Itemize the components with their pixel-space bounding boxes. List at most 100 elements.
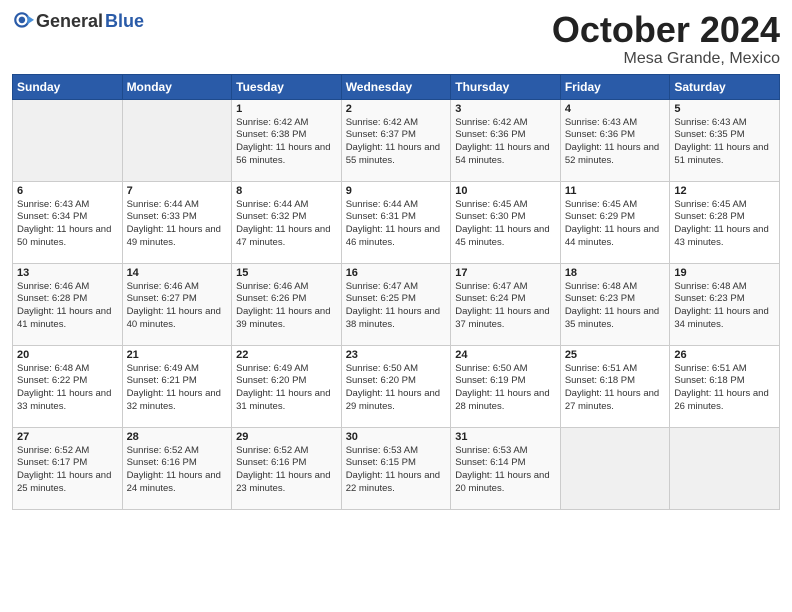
day-number: 15 [236, 267, 337, 279]
calendar-cell: 23 Sunrise: 6:50 AM Sunset: 6:20 PM Dayli… [341, 345, 451, 427]
calendar-cell: 30Sunrise: 6:53 AM Sunset: 6:15 PM Dayli… [341, 427, 451, 509]
day-number: 19 [674, 267, 775, 279]
cell-info: Sunrise: 6:50 AM Sunset: 6:19 PM Dayligh… [455, 363, 556, 414]
calendar-cell [122, 99, 232, 181]
calendar-cell: 13Sunrise: 6:46 AM Sunset: 6:28 PM Dayli… [13, 263, 123, 345]
day-number: 31 [455, 431, 556, 443]
calendar-container: GeneralBlue October 2024 Mesa Grande, Me… [0, 0, 792, 612]
header-saturday: Saturday [670, 74, 780, 99]
day-number: 10 [455, 185, 556, 197]
cell-info: Sunrise: 6:49 AM Sunset: 6:20 PM Dayligh… [236, 363, 337, 414]
calendar-cell: 1Sunrise: 6:42 AM Sunset: 6:38 PM Daylig… [232, 99, 342, 181]
calendar-cell: 15 Sunrise: 6:46 AM Sunset: 6:26 PM Dayli… [232, 263, 342, 345]
cell-info: Sunrise: 6:47 AM Sunset: 6:25 PM Dayligh… [346, 281, 447, 332]
calendar-cell: 5 Sunrise: 6:43 AM Sunset: 6:35 PM Daylig… [670, 99, 780, 181]
calendar-cell: 18 Sunrise: 6:48 AM Sunset: 6:23 PM Dayli… [560, 263, 670, 345]
cell-info: Sunrise: 6:44 AM Sunset: 6:33 PM Dayligh… [127, 199, 228, 250]
day-number: 4 [565, 103, 666, 115]
week-row-1: 6 Sunrise: 6:43 AM Sunset: 6:34 PM Daylig… [13, 181, 780, 263]
calendar-cell [670, 427, 780, 509]
calendar-cell: 20Sunrise: 6:48 AM Sunset: 6:22 PM Dayli… [13, 345, 123, 427]
day-number: 8 [236, 185, 337, 197]
day-number: 11 [565, 185, 666, 197]
header-sunday: Sunday [13, 74, 123, 99]
calendar-cell: 11 Sunrise: 6:45 AM Sunset: 6:29 PM Dayli… [560, 181, 670, 263]
day-number: 23 [346, 349, 447, 361]
day-number: 17 [455, 267, 556, 279]
day-number: 6 [17, 185, 118, 197]
month-title: October 2024 [552, 10, 780, 50]
cell-info: Sunrise: 6:42 AM Sunset: 6:38 PM Dayligh… [236, 117, 337, 168]
day-number: 9 [346, 185, 447, 197]
calendar-cell [560, 427, 670, 509]
calendar-cell: 29Sunrise: 6:52 AM Sunset: 6:16 PM Dayli… [232, 427, 342, 509]
week-row-3: 20Sunrise: 6:48 AM Sunset: 6:22 PM Dayli… [13, 345, 780, 427]
cell-info: Sunrise: 6:44 AM Sunset: 6:31 PM Dayligh… [346, 199, 447, 250]
calendar-cell: 16 Sunrise: 6:47 AM Sunset: 6:25 PM Dayli… [341, 263, 451, 345]
cell-info: Sunrise: 6:46 AM Sunset: 6:27 PM Dayligh… [127, 281, 228, 332]
cell-info: Sunrise: 6:46 AM Sunset: 6:26 PM Dayligh… [236, 281, 337, 332]
calendar-cell: 25 Sunrise: 6:51 AM Sunset: 6:18 PM Dayli… [560, 345, 670, 427]
header: GeneralBlue October 2024 Mesa Grande, Me… [12, 10, 780, 68]
calendar-cell: 6 Sunrise: 6:43 AM Sunset: 6:34 PM Daylig… [13, 181, 123, 263]
calendar-cell: 4 Sunrise: 6:43 AM Sunset: 6:36 PM Daylig… [560, 99, 670, 181]
calendar-cell: 31 Sunrise: 6:53 AM Sunset: 6:14 PM Dayli… [451, 427, 561, 509]
day-number: 16 [346, 267, 447, 279]
cell-info: Sunrise: 6:50 AM Sunset: 6:20 PM Dayligh… [346, 363, 447, 414]
day-number: 22 [236, 349, 337, 361]
calendar-cell: 27Sunrise: 6:52 AM Sunset: 6:17 PM Dayli… [13, 427, 123, 509]
calendar-cell: 14Sunrise: 6:46 AM Sunset: 6:27 PM Dayli… [122, 263, 232, 345]
cell-info: Sunrise: 6:43 AM Sunset: 6:34 PM Dayligh… [17, 199, 118, 250]
cell-info: Sunrise: 6:53 AM Sunset: 6:14 PM Dayligh… [455, 445, 556, 496]
logo-general-text: General [36, 11, 103, 32]
day-number: 27 [17, 431, 118, 443]
day-number: 26 [674, 349, 775, 361]
cell-info: Sunrise: 6:42 AM Sunset: 6:37 PM Dayligh… [346, 117, 447, 168]
day-number: 7 [127, 185, 228, 197]
day-number: 18 [565, 267, 666, 279]
day-number: 24 [455, 349, 556, 361]
cell-info: Sunrise: 6:51 AM Sunset: 6:18 PM Dayligh… [565, 363, 666, 414]
calendar-cell: 21Sunrise: 6:49 AM Sunset: 6:21 PM Dayli… [122, 345, 232, 427]
header-wednesday: Wednesday [341, 74, 451, 99]
day-number: 12 [674, 185, 775, 197]
header-monday: Monday [122, 74, 232, 99]
cell-info: Sunrise: 6:52 AM Sunset: 6:16 PM Dayligh… [236, 445, 337, 496]
week-row-0: 1Sunrise: 6:42 AM Sunset: 6:38 PM Daylig… [13, 99, 780, 181]
day-number: 21 [127, 349, 228, 361]
calendar-cell: 19 Sunrise: 6:48 AM Sunset: 6:23 PM Dayli… [670, 263, 780, 345]
calendar-cell: 8 Sunrise: 6:44 AM Sunset: 6:32 PM Daylig… [232, 181, 342, 263]
day-number: 30 [346, 431, 447, 443]
cell-info: Sunrise: 6:52 AM Sunset: 6:16 PM Dayligh… [127, 445, 228, 496]
cell-info: Sunrise: 6:45 AM Sunset: 6:29 PM Dayligh… [565, 199, 666, 250]
day-number: 5 [674, 103, 775, 115]
location: Mesa Grande, Mexico [552, 50, 780, 68]
week-row-4: 27Sunrise: 6:52 AM Sunset: 6:17 PM Dayli… [13, 427, 780, 509]
calendar-cell [13, 99, 123, 181]
week-row-2: 13Sunrise: 6:46 AM Sunset: 6:28 PM Dayli… [13, 263, 780, 345]
cell-info: Sunrise: 6:44 AM Sunset: 6:32 PM Dayligh… [236, 199, 337, 250]
cell-info: Sunrise: 6:48 AM Sunset: 6:22 PM Dayligh… [17, 363, 118, 414]
calendar-cell: 2Sunrise: 6:42 AM Sunset: 6:37 PM Daylig… [341, 99, 451, 181]
cell-info: Sunrise: 6:45 AM Sunset: 6:28 PM Dayligh… [674, 199, 775, 250]
calendar-table: SundayMondayTuesdayWednesdayThursdayFrid… [12, 74, 780, 510]
cell-info: Sunrise: 6:43 AM Sunset: 6:35 PM Dayligh… [674, 117, 775, 168]
calendar-cell: 7 Sunrise: 6:44 AM Sunset: 6:33 PM Daylig… [122, 181, 232, 263]
cell-info: Sunrise: 6:43 AM Sunset: 6:36 PM Dayligh… [565, 117, 666, 168]
calendar-cell: 22 Sunrise: 6:49 AM Sunset: 6:20 PM Dayli… [232, 345, 342, 427]
calendar-cell: 9 Sunrise: 6:44 AM Sunset: 6:31 PM Daylig… [341, 181, 451, 263]
day-number: 25 [565, 349, 666, 361]
calendar-cell: 28 Sunrise: 6:52 AM Sunset: 6:16 PM Dayli… [122, 427, 232, 509]
calendar-cell: 24 Sunrise: 6:50 AM Sunset: 6:19 PM Dayli… [451, 345, 561, 427]
logo: GeneralBlue [12, 10, 144, 32]
cell-info: Sunrise: 6:48 AM Sunset: 6:23 PM Dayligh… [565, 281, 666, 332]
logo-area: GeneralBlue [12, 10, 144, 32]
cell-info: Sunrise: 6:42 AM Sunset: 6:36 PM Dayligh… [455, 117, 556, 168]
calendar-header-row: SundayMondayTuesdayWednesdayThursdayFrid… [13, 74, 780, 99]
day-number: 28 [127, 431, 228, 443]
header-tuesday: Tuesday [232, 74, 342, 99]
cell-info: Sunrise: 6:45 AM Sunset: 6:30 PM Dayligh… [455, 199, 556, 250]
calendar-cell: 17Sunrise: 6:47 AM Sunset: 6:24 PM Dayli… [451, 263, 561, 345]
header-friday: Friday [560, 74, 670, 99]
cell-info: Sunrise: 6:48 AM Sunset: 6:23 PM Dayligh… [674, 281, 775, 332]
